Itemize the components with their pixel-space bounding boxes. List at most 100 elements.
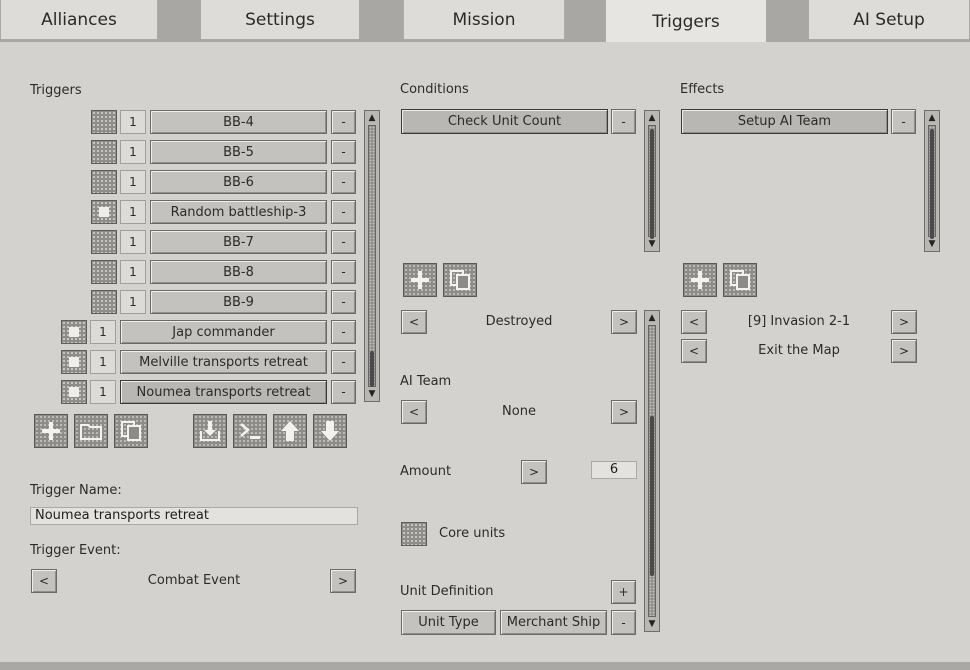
conditions-list-scrollbar[interactable]: ▲ ▼: [644, 110, 660, 252]
add-effect-button[interactable]: [683, 263, 717, 297]
scroll-thumb[interactable]: [650, 129, 654, 239]
effect-action-value: Exit the Map: [758, 343, 840, 358]
copy-icon: [121, 421, 141, 441]
trigger-checkbox[interactable]: [61, 320, 87, 344]
trigger-item[interactable]: BB-9: [150, 290, 327, 314]
console-button[interactable]: [233, 414, 267, 448]
trigger-checkbox[interactable]: [61, 350, 87, 374]
unit-type-button[interactable]: Unit Type: [401, 610, 496, 635]
trigger-remove-button[interactable]: -: [331, 200, 356, 224]
tab-alliances[interactable]: Alliances: [0, 0, 158, 40]
effect-team-next-button[interactable]: >: [891, 310, 917, 334]
tab-settings[interactable]: Settings: [200, 0, 360, 40]
amount-input[interactable]: 6: [591, 461, 637, 479]
trigger-item[interactable]: Random battleship-3: [150, 200, 327, 224]
add-folder-button[interactable]: [74, 414, 108, 448]
arrow-down-icon: [321, 421, 339, 441]
conditions-details-scrollbar[interactable]: ▲ ▼: [644, 310, 660, 632]
add-condition-button[interactable]: [403, 263, 437, 297]
trigger-item[interactable]: BB-7: [150, 230, 327, 254]
plus-icon: [42, 422, 60, 440]
scroll-up-icon[interactable]: ▲: [645, 111, 659, 125]
effect-item[interactable]: Setup AI Team: [681, 109, 888, 134]
trigger-checkbox[interactable]: [91, 260, 117, 284]
trigger-item[interactable]: Jap commander: [120, 320, 327, 344]
ai-team-prev-button[interactable]: <: [401, 400, 427, 424]
tab-label: Triggers: [652, 11, 720, 32]
scroll-up-icon[interactable]: ▲: [365, 111, 379, 125]
trigger-count: 1: [120, 110, 146, 134]
trigger-checkbox[interactable]: [91, 170, 117, 194]
scroll-thumb[interactable]: [930, 129, 934, 239]
amount-increment-button[interactable]: >: [521, 460, 547, 484]
trigger-checkbox[interactable]: [91, 200, 117, 224]
remove-unit-definition-button[interactable]: -: [611, 610, 636, 635]
copy-condition-button[interactable]: [443, 263, 477, 297]
trigger-event-next-button[interactable]: >: [330, 569, 356, 593]
copy-icon: [450, 270, 470, 290]
effect-action-prev-button[interactable]: <: [681, 339, 707, 363]
scroll-thumb[interactable]: [650, 416, 654, 576]
effects-heading: Effects: [680, 82, 725, 97]
trigger-name-input[interactable]: Noumea transports retreat: [30, 507, 358, 525]
move-down-button[interactable]: [313, 414, 347, 448]
trigger-count: 1: [90, 350, 116, 374]
trigger-item[interactable]: BB-5: [150, 140, 327, 164]
trigger-checkbox[interactable]: [91, 110, 117, 134]
tab-mission[interactable]: Mission: [403, 0, 565, 40]
scroll-track[interactable]: [368, 125, 376, 387]
scroll-down-icon[interactable]: ▼: [925, 237, 939, 251]
trigger-count: 1: [120, 140, 146, 164]
copy-effect-button[interactable]: [723, 263, 757, 297]
trigger-remove-button[interactable]: -: [331, 170, 356, 194]
plus-icon: [411, 271, 429, 289]
trigger-remove-button[interactable]: -: [331, 320, 356, 344]
tab-bar: Alliances Settings Mission Triggers AI S…: [0, 0, 970, 44]
scroll-down-icon[interactable]: ▼: [645, 617, 659, 631]
triggers-heading: Triggers: [30, 83, 82, 98]
scroll-up-icon[interactable]: ▲: [925, 111, 939, 125]
trigger-remove-button[interactable]: -: [331, 260, 356, 284]
trigger-item[interactable]: BB-6: [150, 170, 327, 194]
trigger-item[interactable]: Melville transports retreat: [120, 350, 327, 374]
condition-item[interactable]: Check Unit Count: [401, 109, 608, 134]
trigger-remove-button[interactable]: -: [331, 230, 356, 254]
trigger-item[interactable]: BB-8: [150, 260, 327, 284]
effect-team-prev-button[interactable]: <: [681, 310, 707, 334]
trigger-checkbox[interactable]: [61, 380, 87, 404]
trigger-remove-button[interactable]: -: [331, 290, 356, 314]
effects-list-scrollbar[interactable]: ▲ ▼: [924, 110, 940, 252]
scroll-down-icon[interactable]: ▼: [365, 387, 379, 401]
scroll-up-icon[interactable]: ▲: [645, 311, 659, 325]
trigger-remove-button[interactable]: -: [331, 380, 356, 404]
condition-state-next-button[interactable]: >: [611, 310, 637, 334]
add-unit-definition-button[interactable]: +: [611, 580, 636, 604]
tab-ai-setup[interactable]: AI Setup: [808, 0, 970, 40]
add-trigger-button[interactable]: [34, 414, 68, 448]
ai-team-next-button[interactable]: >: [611, 400, 637, 424]
trigger-remove-button[interactable]: -: [331, 140, 356, 164]
trigger-remove-button[interactable]: -: [331, 110, 356, 134]
condition-remove-button[interactable]: -: [611, 109, 636, 134]
trigger-item[interactable]: BB-4: [150, 110, 327, 134]
condition-state-prev-button[interactable]: <: [401, 310, 427, 334]
scroll-down-icon[interactable]: ▼: [645, 237, 659, 251]
trigger-checkbox[interactable]: [91, 290, 117, 314]
effect-remove-button[interactable]: -: [891, 109, 916, 134]
trigger-checkbox[interactable]: [91, 230, 117, 254]
trigger-item-selected[interactable]: Noumea transports retreat: [120, 380, 327, 404]
unit-type-value-button[interactable]: Merchant Ship: [500, 610, 607, 635]
import-button[interactable]: [193, 414, 227, 448]
scroll-thumb[interactable]: [370, 351, 374, 387]
tab-triggers[interactable]: Triggers: [605, 0, 767, 44]
trigger-event-prev-button[interactable]: <: [31, 569, 57, 593]
core-units-checkbox[interactable]: [401, 522, 427, 546]
trigger-checkbox[interactable]: [91, 140, 117, 164]
trigger-event-value: Combat Event: [147, 573, 241, 588]
move-up-button[interactable]: [273, 414, 307, 448]
trigger-remove-button[interactable]: -: [331, 350, 356, 374]
triggers-scrollbar[interactable]: ▲ ▼: [364, 110, 380, 402]
copy-trigger-button[interactable]: [114, 414, 148, 448]
effect-action-next-button[interactable]: >: [891, 339, 917, 363]
plus-icon: [691, 271, 709, 289]
